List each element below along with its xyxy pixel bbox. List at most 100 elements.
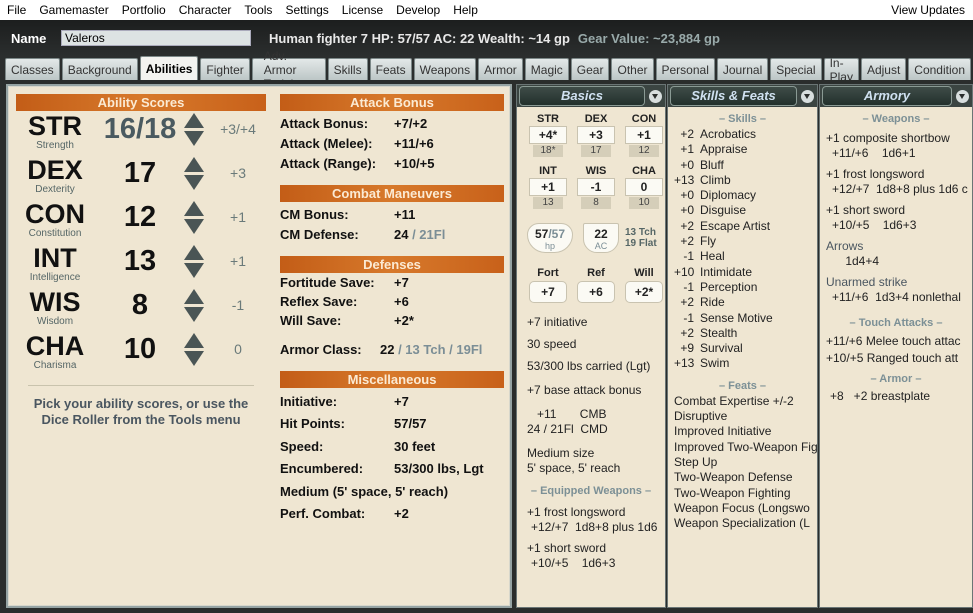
skill-row[interactable]: +2 Stealth bbox=[668, 326, 817, 341]
menu-tools[interactable]: Tools bbox=[237, 3, 278, 17]
tab-adjust[interactable]: Adjust bbox=[860, 58, 907, 80]
increment-arrow-icon[interactable] bbox=[184, 333, 204, 348]
tab-abilities[interactable]: Abilities bbox=[139, 56, 199, 80]
tab-weapons[interactable]: Weapons bbox=[413, 58, 477, 80]
tab-adv-armor-training[interactable]: Adv. Armor Training bbox=[251, 49, 326, 91]
cm-defense-row: CM Defense: 24 / 21Fl bbox=[280, 224, 504, 244]
increment-arrow-icon[interactable] bbox=[184, 245, 204, 260]
ability-modifier[interactable]: +1 bbox=[529, 178, 567, 196]
save-value[interactable]: +2* bbox=[625, 281, 663, 303]
skill-row[interactable]: +2 Fly bbox=[668, 234, 817, 249]
tab-other[interactable]: Other bbox=[611, 58, 654, 80]
tab-background[interactable]: Background bbox=[61, 58, 138, 80]
ability-name: Wisdom bbox=[36, 316, 74, 327]
ability-modifier[interactable]: +4* bbox=[529, 126, 567, 144]
chevron-down-icon[interactable] bbox=[801, 90, 814, 103]
menu-character[interactable]: Character bbox=[172, 3, 238, 17]
armory-weapon[interactable]: +1 composite shortbow +11/+6 1d6+1 bbox=[820, 131, 972, 161]
equipped-weapon[interactable]: +1 frost longsword +12/+7 1d8+8 plus 1d6 bbox=[517, 505, 665, 535]
menu-file[interactable]: File bbox=[0, 3, 32, 17]
decrement-arrow-icon[interactable] bbox=[184, 263, 204, 278]
armor-item[interactable]: +8 +2 breastplate bbox=[820, 389, 972, 404]
chevron-down-icon[interactable] bbox=[649, 90, 662, 103]
skill-row[interactable]: +2 Escape Artist bbox=[668, 219, 817, 234]
menu-license[interactable]: License bbox=[335, 3, 389, 17]
touch-attack-melee[interactable]: +11/+6 Melee touch attac bbox=[820, 333, 972, 350]
basics-button[interactable]: Basics bbox=[519, 86, 645, 106]
skill-row[interactable]: +2 Acrobatics bbox=[668, 127, 817, 142]
tab-fighter[interactable]: Fighter bbox=[200, 58, 250, 80]
armory-weapon[interactable]: +1 frost longsword +12/+7 1d8+8 plus 1d6 … bbox=[820, 167, 972, 197]
tab-journal[interactable]: Journal bbox=[716, 58, 769, 80]
tab-feats[interactable]: Feats bbox=[369, 58, 412, 80]
chevron-down-icon[interactable] bbox=[956, 90, 969, 103]
skill-row[interactable]: +0 Diplomacy bbox=[668, 188, 817, 203]
tab-in-play[interactable]: In-Play bbox=[823, 56, 859, 84]
decrement-arrow-icon[interactable] bbox=[184, 131, 204, 146]
menu-develop[interactable]: Develop bbox=[389, 3, 446, 17]
feat-item[interactable]: Weapon Specialization (L bbox=[668, 516, 817, 531]
menu-portfolio[interactable]: Portfolio bbox=[115, 3, 172, 17]
menu-settings[interactable]: Settings bbox=[278, 3, 334, 17]
save-value[interactable]: +6 bbox=[577, 281, 615, 303]
skill-row[interactable]: +9 Survival bbox=[668, 341, 817, 356]
ability-modifier[interactable]: -1 bbox=[577, 178, 615, 196]
feat-item[interactable]: Improved Two-Weapon Fig bbox=[668, 440, 817, 455]
skill-row[interactable]: +2 Ride bbox=[668, 295, 817, 310]
ability-modifier[interactable]: +1 bbox=[625, 126, 663, 144]
tab-gear[interactable]: Gear bbox=[570, 58, 610, 80]
skill-row[interactable]: +13 Swim bbox=[668, 356, 817, 371]
ability-score[interactable]: 17 bbox=[100, 157, 180, 189]
tab-armor[interactable]: Armor bbox=[478, 58, 523, 80]
tab-condition[interactable]: Condition bbox=[908, 58, 971, 80]
increment-arrow-icon[interactable] bbox=[184, 289, 204, 304]
increment-arrow-icon[interactable] bbox=[184, 113, 204, 128]
feat-item[interactable]: Improved Initiative bbox=[668, 424, 817, 439]
armory-weapon[interactable]: Unarmed strike +11/+6 1d3+4 nonlethal bbox=[820, 275, 972, 305]
name-field[interactable]: Valeros bbox=[61, 30, 251, 46]
decrement-arrow-icon[interactable] bbox=[184, 351, 204, 366]
armory-weapon[interactable]: +1 short sword +10/+5 1d6+3 bbox=[820, 203, 972, 233]
tab-skills[interactable]: Skills bbox=[327, 58, 368, 80]
menu-help[interactable]: Help bbox=[446, 3, 484, 17]
feat-item[interactable]: Two-Weapon Fighting bbox=[668, 486, 817, 501]
tab-personal[interactable]: Personal bbox=[655, 58, 715, 80]
skill-row[interactable]: -1 Sense Motive bbox=[668, 311, 817, 326]
equipped-weapon[interactable]: +1 short sword +10/+5 1d6+3 bbox=[517, 541, 665, 571]
skill-row[interactable]: +0 Disguise bbox=[668, 203, 817, 218]
ac-touch-flat: / 13 Tch / 19Fl bbox=[394, 341, 483, 357]
armory-button[interactable]: Armory bbox=[822, 86, 952, 106]
skill-row[interactable]: -1 Perception bbox=[668, 280, 817, 295]
skill-row[interactable]: -1 Heal bbox=[668, 249, 817, 264]
ability-score[interactable]: 10 bbox=[100, 333, 180, 365]
tab-special[interactable]: Special bbox=[770, 58, 822, 80]
skill-row[interactable]: +0 Bluff bbox=[668, 158, 817, 173]
increment-arrow-icon[interactable] bbox=[184, 157, 204, 172]
armory-weapon[interactable]: Arrows 1d4+4 bbox=[820, 239, 972, 269]
decrement-arrow-icon[interactable] bbox=[184, 219, 204, 234]
ability-score[interactable]: 8 bbox=[100, 289, 180, 321]
feat-item[interactable]: Step Up bbox=[668, 455, 817, 470]
ability-modifier[interactable]: +3 bbox=[577, 126, 615, 144]
view-updates-link[interactable]: View Updates bbox=[884, 3, 973, 17]
skill-row[interactable]: +10 Intimidate bbox=[668, 265, 817, 280]
tab-magic[interactable]: Magic bbox=[524, 58, 569, 80]
save-value[interactable]: +7 bbox=[529, 281, 567, 303]
ability-score[interactable]: 13 bbox=[100, 245, 180, 277]
feat-item[interactable]: Combat Expertise +/-2 bbox=[668, 394, 817, 409]
decrement-arrow-icon[interactable] bbox=[184, 307, 204, 322]
skill-row[interactable]: +1 Appraise bbox=[668, 142, 817, 157]
menu-gamemaster[interactable]: Gamemaster bbox=[32, 3, 114, 17]
ability-modifier[interactable]: 0 bbox=[625, 178, 663, 196]
feat-item[interactable]: Disruptive bbox=[668, 409, 817, 424]
skills-feats-button[interactable]: Skills & Feats bbox=[670, 86, 797, 106]
feat-item[interactable]: Two-Weapon Defense bbox=[668, 470, 817, 485]
skill-row[interactable]: +13 Climb bbox=[668, 173, 817, 188]
feat-item[interactable]: Weapon Focus (Longswo bbox=[668, 501, 817, 516]
ability-score[interactable]: 16/18 bbox=[100, 113, 180, 145]
tab-classes[interactable]: Classes bbox=[5, 58, 60, 80]
ability-score[interactable]: 12 bbox=[100, 201, 180, 233]
increment-arrow-icon[interactable] bbox=[184, 201, 204, 216]
touch-attack-ranged[interactable]: +10/+5 Ranged touch att bbox=[820, 350, 972, 367]
decrement-arrow-icon[interactable] bbox=[184, 175, 204, 190]
